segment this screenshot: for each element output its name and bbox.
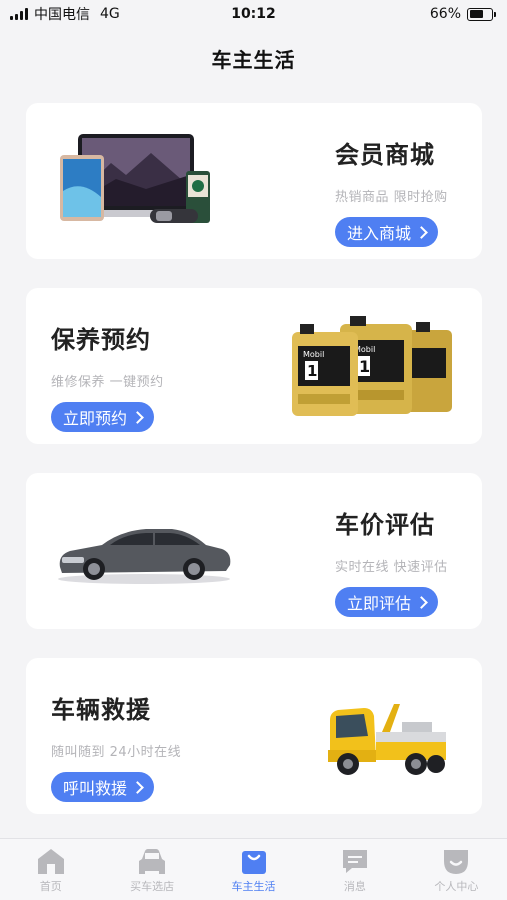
bag-icon <box>241 851 266 874</box>
engine-oil-image: Mobil 1 Mobil 1 <box>288 314 460 416</box>
battery-percent: 66% <box>429 6 461 22</box>
card-car-valuation[interactable]: 车价评估 实时在线 快速评估 立即评估 <box>26 473 482 629</box>
card-maintenance[interactable]: 保养预约 维修保养 一键预约 立即预约 Mobil 1 Mobil 1 <box>26 288 482 444</box>
card-text: 车辆救援 随叫随到 24小时在线 呼叫救援 <box>51 690 181 802</box>
oil-brand-label: Mobil <box>303 350 324 359</box>
signal-icon <box>10 8 28 20</box>
status-left: 中国电信 4G <box>10 4 120 24</box>
book-now-button[interactable]: 立即预约 <box>51 402 155 432</box>
battery-icon <box>467 7 496 21</box>
tow-truck-image <box>326 698 450 782</box>
button-label: 立即评估 <box>347 594 412 613</box>
tab-label: 消息 <box>343 880 366 893</box>
card-text: 会员商城 热销商品 限时抢购 进入商城 <box>335 135 448 247</box>
bottom-tab-bar: 首页 买车选店 车主生活 消息 个人中心 <box>0 838 507 900</box>
tab-owner-life[interactable]: 车主生活 <box>203 839 304 900</box>
chevron-right-icon <box>415 595 428 609</box>
status-right: 66% <box>429 6 496 22</box>
car-image <box>54 517 234 587</box>
oil-grade-label: 1 <box>359 357 370 376</box>
card-subtitle: 实时在线 快速评估 <box>335 560 448 575</box>
card-title: 车价评估 <box>335 511 435 539</box>
card-text: 保养预约 维修保养 一键预约 立即预约 <box>51 320 164 432</box>
tab-buy-car[interactable]: 买车选店 <box>101 839 202 900</box>
enter-mall-button[interactable]: 进入商城 <box>335 217 439 247</box>
user-icon <box>444 850 469 874</box>
card-member-mall[interactable]: 会员商城 热销商品 限时抢购 进入商城 <box>26 103 482 259</box>
tab-messages[interactable]: 消息 <box>304 839 405 900</box>
carrier-label: 中国电信 <box>34 7 90 23</box>
evaluate-now-button[interactable]: 立即评估 <box>335 587 439 617</box>
message-icon <box>342 850 367 873</box>
chevron-right-icon <box>415 225 428 239</box>
card-subtitle: 维修保养 一键预约 <box>51 375 164 390</box>
electronics-image <box>56 131 216 231</box>
chevron-right-icon <box>131 780 144 794</box>
home-icon <box>37 849 64 874</box>
status-bar: 中国电信 4G 10:12 66% <box>0 0 507 28</box>
tab-profile[interactable]: 个人中心 <box>406 839 507 900</box>
header: 车主生活 <box>0 28 507 88</box>
tab-label: 车主生活 <box>231 880 276 893</box>
tab-label: 首页 <box>39 880 62 893</box>
card-subtitle: 随叫随到 24小时在线 <box>51 745 182 760</box>
page-title: 车主生活 <box>211 47 296 72</box>
card-roadside-rescue[interactable]: 车辆救援 随叫随到 24小时在线 呼叫救援 <box>26 658 482 814</box>
button-label: 立即预约 <box>63 409 128 428</box>
card-text: 车价评估 实时在线 快速评估 立即评估 <box>335 505 448 617</box>
call-rescue-button[interactable]: 呼叫救援 <box>51 772 155 802</box>
button-label: 进入商城 <box>347 224 412 243</box>
tab-label: 个人中心 <box>434 880 479 893</box>
chevron-right-icon <box>131 410 144 424</box>
card-title: 会员商城 <box>335 141 435 169</box>
card-subtitle: 热销商品 限时抢购 <box>335 190 448 205</box>
tab-label: 买车选店 <box>130 880 175 893</box>
network-label: 4G <box>100 6 120 22</box>
oil-grade-label: 1 <box>307 362 317 380</box>
tab-home[interactable]: 首页 <box>0 839 101 900</box>
car-icon <box>139 849 166 874</box>
button-label: 呼叫救援 <box>63 779 128 798</box>
card-title: 车辆救援 <box>51 696 151 724</box>
card-title: 保养预约 <box>51 326 151 354</box>
